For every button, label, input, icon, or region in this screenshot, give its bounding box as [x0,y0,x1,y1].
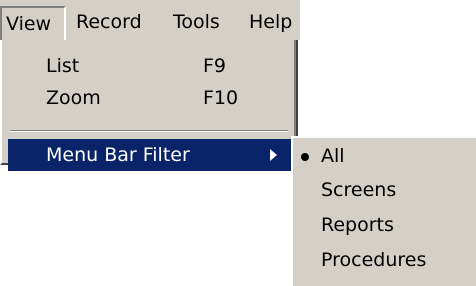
menu-bar-filter-submenu: All Screens Reports Procedures [291,136,476,286]
menu-tools-label: Tools [173,11,220,33]
submenu-item-all[interactable]: All [293,140,476,173]
submenu-arrow-icon [270,149,277,161]
menu-item-menu-bar-filter[interactable]: Menu Bar Filter [8,139,292,171]
menu-help-label: Help [249,11,293,33]
submenu-item-reports[interactable]: Reports [293,209,476,242]
menu-view[interactable]: View [0,6,66,40]
menu-item-list-label: List [46,55,80,77]
menu-record[interactable]: Record [76,6,142,40]
menu-item-menu-bar-filter-label: Menu Bar Filter [46,144,190,166]
submenu-item-all-label: All [321,145,345,167]
menu-separator [10,130,288,132]
menu-item-zoom[interactable]: Zoom F10 [8,82,292,114]
menu-item-zoom-shortcut: F10 [203,87,239,109]
submenu-item-screens[interactable]: Screens [293,174,476,207]
menu-help[interactable]: Help [249,6,292,40]
radio-bullet-icon [301,153,309,161]
submenu-item-reports-label: Reports [321,214,394,236]
menu-record-label: Record [76,11,142,33]
submenu-item-procedures[interactable]: Procedures [293,244,476,277]
menu-tools[interactable]: Tools [173,6,220,40]
submenu-item-screens-label: Screens [321,179,397,201]
submenu-item-procedures-label: Procedures [321,249,427,271]
menu-item-zoom-label: Zoom [46,87,101,109]
menu-bar: View Record Tools Help [0,0,300,40]
menu-view-label: View [6,13,52,35]
view-dropdown-menu: List F9 Zoom F10 Menu Bar Filter [0,40,298,171]
menu-item-list-shortcut: F9 [203,55,227,77]
menu-item-list[interactable]: List F9 [8,50,292,82]
